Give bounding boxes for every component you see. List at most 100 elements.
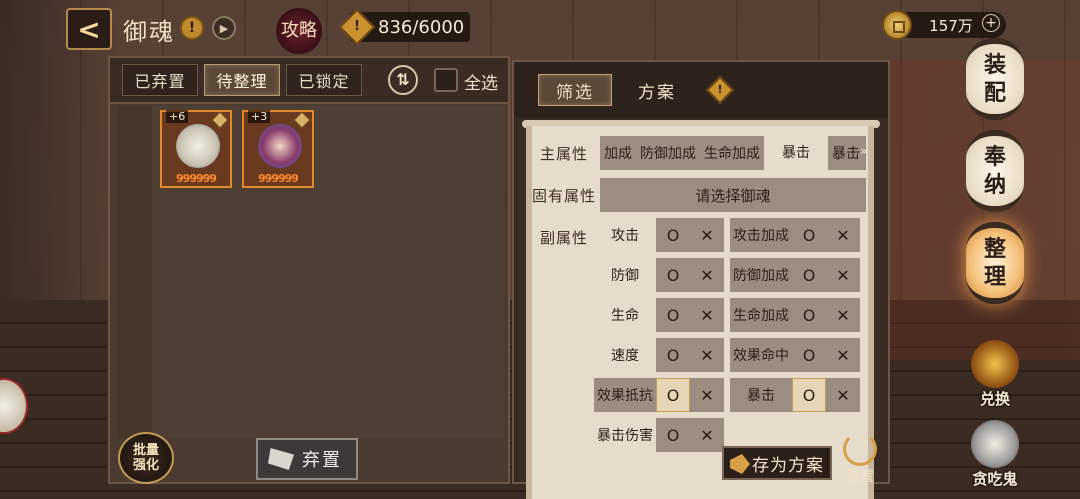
sub-attr-effect-hit: 效果命中 O ✕ <box>730 338 860 372</box>
soul-tabs-bar: 已弃置 待整理 已锁定 ⇅ 全选 <box>110 58 508 104</box>
select-all-checkbox[interactable] <box>434 68 458 92</box>
sub-attr-attack: 攻击 O ✕ <box>594 218 724 252</box>
soul-badge-icon <box>211 111 229 129</box>
greedy-ghost-icon <box>971 420 1019 468</box>
sub-attr-name: 暴击伤害 <box>594 418 656 452</box>
discard-icon <box>268 448 294 470</box>
soul-stars: 999999 <box>258 172 299 185</box>
main-attr-option[interactable]: 加成 <box>600 143 636 163</box>
include-toggle[interactable]: O <box>656 338 690 372</box>
sub-attr-hp-bonus: 生命加成 O ✕ <box>730 298 860 332</box>
discard-label: 弃置 <box>302 450 342 471</box>
sub-attr-name: 速度 <box>594 338 656 372</box>
include-toggle[interactable]: O <box>792 298 826 332</box>
soul-level: +3 <box>248 110 271 123</box>
exclude-toggle[interactable]: ✕ <box>690 338 724 372</box>
tab-discarded[interactable]: 已弃置 <box>122 64 198 96</box>
lantern-offer[interactable]: 奉 纳 <box>966 130 1024 212</box>
exclude-toggle[interactable]: ✕ <box>826 338 860 372</box>
exclude-toggle[interactable]: ✕ <box>690 258 724 292</box>
sub-attr-name: 防御加成 <box>730 258 792 292</box>
save-plan-button[interactable]: 存为方案 <box>722 446 832 480</box>
exclude-toggle[interactable]: ✕ <box>690 218 724 252</box>
info-icon[interactable]: ! <box>705 75 735 105</box>
filter-scroll[interactable]: 主属性 加成 防御加成 生命加成 暴击 暴击 » 固有属性 请选择御魂 副属性 … <box>526 126 874 499</box>
include-toggle[interactable]: O <box>656 218 690 252</box>
fixed-attr-select[interactable]: 请选择御魂 <box>600 178 866 212</box>
exclude-toggle[interactable]: ✕ <box>826 378 860 412</box>
back-button[interactable]: < <box>66 8 112 50</box>
tab-locked[interactable]: 已锁定 <box>286 64 362 96</box>
sub-attr-label: 副属性 <box>540 229 589 247</box>
greedy-ghost-button[interactable]: 贪吃鬼 <box>966 420 1024 489</box>
discard-button[interactable]: 弃置 <box>256 438 358 480</box>
exclude-toggle[interactable]: ✕ <box>826 258 860 292</box>
include-toggle[interactable]: O <box>656 418 690 452</box>
soul-badge-icon <box>293 111 311 129</box>
coin-value: 157万 <box>929 16 973 35</box>
save-icon <box>730 454 750 474</box>
lantern-equip[interactable]: 装 配 <box>966 38 1024 120</box>
reset-button[interactable]: 重置 <box>838 432 882 485</box>
include-toggle[interactable]: O <box>792 218 826 252</box>
tab-filter[interactable]: 筛选 <box>538 74 612 106</box>
sub-attr-attack-bonus: 攻击加成 O ✕ <box>730 218 860 252</box>
sub-attr-name: 防御 <box>594 258 656 292</box>
exchange-label: 兑换 <box>979 390 1010 408</box>
exclude-toggle[interactable]: ✕ <box>690 298 724 332</box>
tab-plan[interactable]: 方案 <box>620 74 694 106</box>
lantern-char: 奉 <box>983 144 1006 170</box>
bulk-enhance-button[interactable]: 批量 强化 <box>118 432 174 484</box>
sub-attr-name: 攻击加成 <box>730 218 792 252</box>
play-icon[interactable]: ▶ <box>212 16 236 40</box>
fixed-attr-placeholder: 请选择御魂 <box>695 186 771 205</box>
include-toggle[interactable]: O <box>656 378 690 412</box>
include-toggle[interactable]: O <box>792 378 826 412</box>
guide-button[interactable]: 攻略 <box>276 8 322 54</box>
main-attr-option[interactable]: 防御加成 <box>636 143 700 163</box>
sub-attr-name: 效果抵抗 <box>594 378 656 412</box>
main-attr-option-selected[interactable]: 暴击 <box>764 136 828 170</box>
include-toggle[interactable]: O <box>656 298 690 332</box>
include-toggle[interactable]: O <box>792 338 826 372</box>
main-attr-options[interactable]: 加成 防御加成 生命加成 暴击 暴击 <box>600 136 866 170</box>
soul-card[interactable]: +6 999999 <box>160 110 232 188</box>
lantern-char: 装 <box>983 52 1006 78</box>
sub-attr-defense-bonus: 防御加成 O ✕ <box>730 258 860 292</box>
main-attr-option[interactable]: 暴击 <box>828 143 864 163</box>
scroll-right-icon[interactable]: » <box>860 144 867 158</box>
reset-label: 重置 <box>846 469 874 485</box>
exclude-toggle[interactable]: ✕ <box>690 378 724 412</box>
coin-icon <box>882 10 912 40</box>
sub-attr-name: 暴击 <box>730 378 792 412</box>
save-label: 存为方案 <box>752 455 824 476</box>
sub-attr-hp: 生命 O ✕ <box>594 298 724 332</box>
add-coins-button[interactable]: + <box>982 14 1000 32</box>
reset-icon <box>843 432 877 466</box>
exchange-button[interactable]: 兑换 <box>966 340 1024 409</box>
lantern-char: 理 <box>983 264 1006 290</box>
include-toggle[interactable]: O <box>656 258 690 292</box>
lantern-organize[interactable]: 整 理 <box>966 222 1024 304</box>
soul-list-panel: 已弃置 待整理 已锁定 ⇅ 全选 +6 999999 +3 999999 <box>108 56 510 484</box>
main-attr-option[interactable]: 生命加成 <box>700 143 764 163</box>
filter-tabs-bar: 筛选 方案 ! <box>514 62 888 118</box>
soul-portrait <box>258 124 302 168</box>
sub-attr-name: 攻击 <box>594 218 656 252</box>
soul-card[interactable]: +3 999999 <box>242 110 314 188</box>
exclude-toggle[interactable]: ✕ <box>826 298 860 332</box>
info-icon[interactable]: ! <box>180 16 204 40</box>
sub-attr-name: 生命 <box>594 298 656 332</box>
include-toggle[interactable]: O <box>792 258 826 292</box>
soul-level: +6 <box>166 110 189 123</box>
sub-attr-name: 效果命中 <box>730 338 792 372</box>
main-attr-label: 主属性 <box>540 145 589 163</box>
bulk-label-1: 批量 <box>132 443 159 458</box>
soul-stars: 999999 <box>176 172 217 185</box>
sort-icon[interactable]: ⇅ <box>388 65 418 95</box>
exclude-toggle[interactable]: ✕ <box>690 418 724 452</box>
lantern-char: 整 <box>983 236 1006 262</box>
exclude-toggle[interactable]: ✕ <box>826 218 860 252</box>
guide-label: 攻略 <box>281 20 317 41</box>
tab-pending[interactable]: 待整理 <box>204 64 280 96</box>
